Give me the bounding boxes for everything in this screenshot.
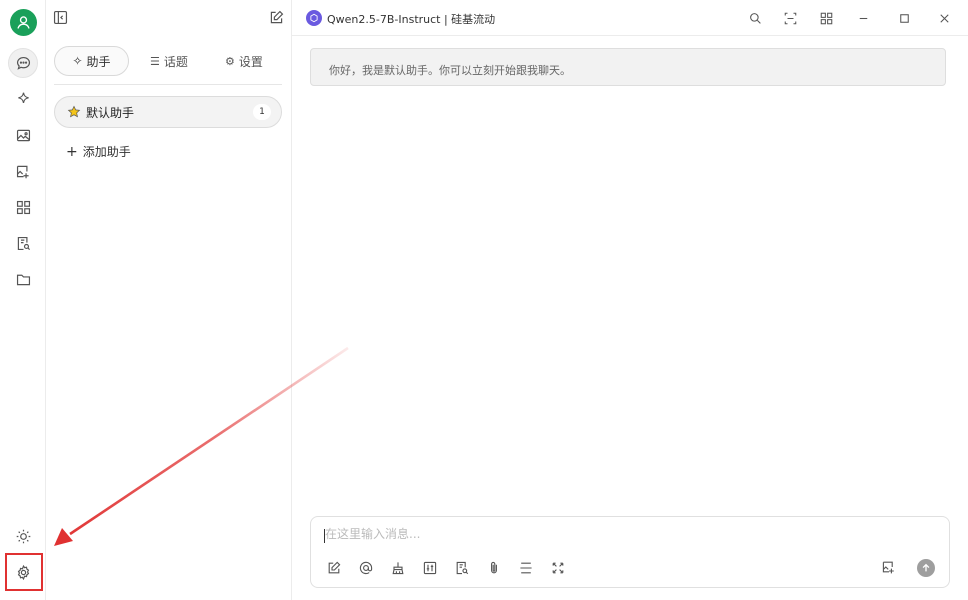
nav-knowledge-button[interactable] (8, 228, 38, 258)
maximize-icon (899, 13, 909, 23)
image-icon (16, 129, 30, 141)
chat-icon (16, 56, 30, 70)
add-assistant-button[interactable]: + 添加助手 (66, 143, 131, 160)
mention-model-button[interactable] (357, 559, 375, 577)
parameters-button[interactable] (421, 559, 439, 577)
qwen-logo-icon (310, 13, 318, 23)
close-icon (939, 13, 949, 23)
minimize-icon (859, 17, 867, 19)
divider-icon (520, 562, 532, 574)
model-title[interactable]: Qwen2.5-7B-Instruct | 硅基流动 (327, 11, 495, 27)
title-bar: Qwen2.5-7B-Instruct | 硅基流动 (292, 0, 968, 36)
new-topic-tool-button[interactable] (325, 559, 343, 577)
folder-icon (16, 274, 30, 285)
nav-agents-button[interactable] (8, 84, 38, 114)
left-nav-rail (0, 0, 46, 600)
assistant-name: 默认助手 (86, 105, 135, 120)
nav-chat-button[interactable] (8, 48, 38, 78)
tab-label: 助手 (86, 54, 111, 69)
text-caret (324, 529, 325, 543)
tab-assistants[interactable]: ✧ 助手 (54, 46, 129, 76)
user-icon (17, 16, 30, 29)
fullscreen-toggle-button[interactable] (781, 9, 799, 27)
search-button[interactable] (746, 9, 764, 27)
expand-arrows-icon (552, 562, 564, 574)
nav-files-button[interactable] (8, 264, 38, 294)
document-search-icon (17, 236, 30, 250)
image-edit-icon (882, 561, 894, 574)
sun-icon (16, 529, 30, 543)
knowledge-base-button[interactable] (453, 559, 471, 577)
clear-context-button[interactable] (389, 559, 407, 577)
assistant-panel: ✧ 助手 ☰ 话题 ⚙ 设置 默认助手 1 + 添加助手 (46, 0, 292, 600)
message-composer (310, 516, 950, 588)
sidebar-collapse-icon (53, 10, 68, 25)
nav-image-button[interactable] (8, 120, 38, 150)
plus-icon: + (66, 143, 78, 160)
tab-topics[interactable]: ☰ 话题 (129, 46, 209, 76)
search-icon (749, 12, 761, 24)
attach-file-button[interactable] (485, 559, 503, 577)
send-area (881, 559, 935, 577)
settings-button[interactable] (8, 557, 38, 587)
chat-main: Qwen2.5-7B-Instruct | 硅基流动 你好，我是默认助手。你可以… (292, 0, 968, 600)
topic-count-badge: 1 (253, 104, 271, 120)
at-icon (359, 561, 373, 575)
tab-label: 设置 (238, 54, 263, 69)
apps-grid-icon (16, 200, 30, 214)
edit-icon (328, 561, 341, 574)
maximize-button[interactable] (895, 9, 913, 27)
tab-settings[interactable]: ⚙ 设置 (209, 46, 279, 76)
message-input[interactable] (325, 527, 885, 541)
assistant-item-default[interactable]: 默认助手 1 (54, 96, 282, 128)
send-button[interactable] (917, 559, 935, 577)
arrow-up-icon (922, 563, 930, 572)
nav-image-edit-button[interactable] (8, 156, 38, 186)
theme-toggle-button[interactable] (8, 521, 38, 551)
tab-label: 话题 (163, 54, 188, 69)
broom-icon (392, 562, 404, 575)
tabs-divider (54, 84, 282, 85)
panel-toolbar (46, 0, 291, 36)
user-avatar[interactable] (10, 9, 37, 36)
apps-button[interactable] (817, 9, 835, 27)
close-button[interactable] (935, 9, 953, 27)
apps-grid-icon (820, 12, 832, 24)
sparkle-icon: ✧ (72, 54, 83, 68)
sparkle-icon (17, 92, 29, 103)
gear-icon (17, 564, 29, 580)
panel-tabs: ✧ 助手 ☰ 话题 ⚙ 设置 (54, 46, 282, 76)
document-search-icon (456, 561, 469, 575)
list-icon: ☰ (150, 54, 160, 68)
new-topic-button[interactable] (268, 9, 286, 27)
sliders-icon (423, 561, 437, 575)
add-assistant-label: 添加助手 (82, 145, 131, 159)
expand-icon (784, 12, 796, 24)
model-logo (306, 10, 322, 26)
star-icon (67, 105, 81, 118)
greeting-message: 你好，我是默认助手。你可以立刻开始跟我聊天。 (310, 48, 946, 86)
insert-divider-button[interactable] (517, 559, 535, 577)
paperclip-icon (491, 561, 497, 574)
gear-icon: ⚙ (225, 54, 235, 68)
edit-icon (270, 10, 284, 24)
composer-toolbar (325, 559, 567, 577)
expand-input-button[interactable] (549, 559, 567, 577)
translate-image-button[interactable] (881, 559, 899, 577)
image-edit-icon (16, 165, 29, 178)
collapse-sidebar-button[interactable] (52, 9, 70, 27)
nav-apps-button[interactable] (8, 192, 38, 222)
minimize-button[interactable] (854, 9, 872, 27)
